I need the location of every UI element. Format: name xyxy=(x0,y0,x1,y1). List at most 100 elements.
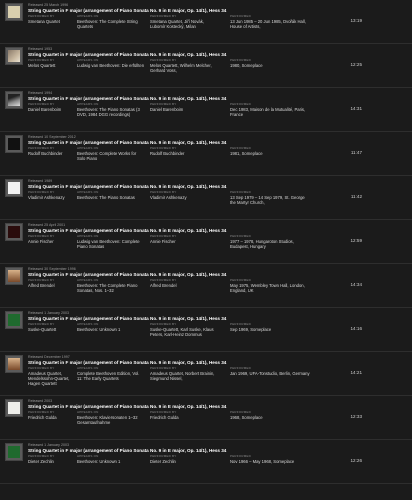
performed-by-label: PERFORMED BY xyxy=(28,14,55,18)
performer-detail-column: PERFORMED BY Suske-Quartett, Karl Suske,… xyxy=(150,322,220,337)
album-name[interactable]: Beethoven: The Piano Sonatas (3 DVD, 198… xyxy=(77,107,145,117)
duration: 14:34 xyxy=(350,282,363,287)
performed-column: PERFORMED 13 Jun 1985 – 20 Jun 1985, Dvo… xyxy=(230,14,310,29)
performer-name[interactable]: Smetana Quartet xyxy=(28,19,73,24)
album-cover[interactable] xyxy=(5,399,23,417)
performer-detail[interactable]: Annie Fischer xyxy=(150,239,220,244)
work-title[interactable]: String Quartet in F major (arrangement o… xyxy=(28,360,226,365)
album-cover[interactable] xyxy=(5,3,23,21)
performer-name[interactable]: Suske-Quartett xyxy=(28,327,73,332)
work-title[interactable]: String Quartet in F major (arrangement o… xyxy=(28,140,226,145)
album-name[interactable]: Beethoven: The Complete String Quartets xyxy=(77,19,145,29)
performer-column: PERFORMED BY Melos Quartett xyxy=(28,58,73,68)
recording-row[interactable]: Released 1 January 2003 String Quartet i… xyxy=(0,440,412,484)
performer-name[interactable]: Amadeus Quartet, Mendelssohn-Quartet, Ha… xyxy=(28,371,73,387)
performed-label: PERFORMED xyxy=(230,366,251,370)
release-date: Released 1 January 2003 xyxy=(28,311,69,315)
recording-row[interactable]: Released 1994 String Quartet in F major … xyxy=(0,88,412,132)
performed-column: PERFORMED Jan 1969, UFA-Tonstudio, Berli… xyxy=(230,366,310,376)
album-cover[interactable] xyxy=(5,47,23,65)
album-cover[interactable] xyxy=(5,135,23,153)
appears-on-label: APPEARS ON xyxy=(77,58,99,62)
album-cover[interactable] xyxy=(5,355,23,373)
work-title[interactable]: String Quartet in F major (arrangement o… xyxy=(28,96,226,101)
performer-name[interactable]: Annie Fischer xyxy=(28,239,73,244)
recording-row[interactable]: Released 2003 String Quartet in F major … xyxy=(0,396,412,440)
album-name[interactable]: Beethoven: Klaviersonaten 1–32 Gesamtauf… xyxy=(77,415,145,425)
album-cover[interactable] xyxy=(5,267,23,285)
recording-row[interactable]: Released 1953 String Quartet in F major … xyxy=(0,44,412,88)
performer-detail[interactable]: Suske-Quartett, Karl Suske, Klaus Peters… xyxy=(150,327,220,337)
performer-name[interactable]: Vladimir Ashkenazy xyxy=(28,195,73,200)
work-title[interactable]: String Quartet in F major (arrangement o… xyxy=(28,272,226,277)
recording-row[interactable]: Released 25 March 1996 String Quartet in… xyxy=(0,0,412,44)
album-name[interactable]: Beethoven: The Piano Sonatas xyxy=(77,195,145,200)
performed-by-label: PERFORMED BY xyxy=(150,234,177,238)
work-title[interactable]: String Quartet in F major (arrangement o… xyxy=(28,228,226,233)
performer-detail[interactable]: Dieter Zechlin xyxy=(150,459,220,464)
performed-by-label: PERFORMED BY xyxy=(28,146,55,150)
appears-on-label: APPEARS ON xyxy=(77,146,99,150)
work-title[interactable]: String Quartet in F major (arrangement o… xyxy=(28,52,226,57)
recording-row[interactable]: Released 30 September 1996 String Quarte… xyxy=(0,264,412,308)
performer-detail-column: PERFORMED BY Alfred Brendel xyxy=(150,278,220,288)
performer-detail[interactable]: Smetana Quartet, Jiří Novák, Lubomír Kos… xyxy=(150,19,220,29)
album-name[interactable]: Ludwig van Beethoven: Complete Piano Son… xyxy=(77,239,145,249)
recording-row[interactable]: Released 1 January 2003 String Quartet i… xyxy=(0,308,412,352)
recording-row[interactable]: Released 1989 String Quartet in F major … xyxy=(0,176,412,220)
performed-by-label: PERFORMED BY xyxy=(28,410,55,414)
album-cover[interactable] xyxy=(5,443,23,461)
performed-info: Nov 1966 – May 1968, Someplace xyxy=(230,459,295,464)
performed-label: PERFORMED xyxy=(230,454,251,458)
album-name[interactable]: Ludwig van Beethoven: Die erfüllten xyxy=(77,63,145,68)
duration: 12:33 xyxy=(350,414,363,419)
performer-detail[interactable]: Amadeus Quartet, Norbert Brainin, Siegmu… xyxy=(150,371,220,381)
performer-name[interactable]: Alfred Brendel xyxy=(28,283,73,288)
performer-name[interactable]: Friedrich Gulda xyxy=(28,415,73,420)
album-name[interactable]: Beethoven: Unknown 1 xyxy=(77,327,145,332)
recording-row[interactable]: Released December 1997 String Quartet in… xyxy=(0,352,412,396)
performer-detail[interactable]: Daniel Barenboim xyxy=(150,107,220,112)
album-name[interactable]: Complete Beethoven Edition, Vol. 11: The… xyxy=(77,371,145,381)
album-cover[interactable] xyxy=(5,179,23,197)
performed-info: 13 Sep 1979 – 14 Sep 1979, St. George th… xyxy=(230,195,305,206)
performer-column: PERFORMED BY Daniel Barenboim xyxy=(28,102,73,112)
performer-detail[interactable]: Melos Quartett, Wilhelm Melcher, Gerhard… xyxy=(150,63,220,73)
album-name[interactable]: Beethoven: The Complete Piano Sonatas, N… xyxy=(77,283,145,293)
work-title[interactable]: String Quartet in F major (arrangement o… xyxy=(28,8,226,13)
album-cover[interactable] xyxy=(5,223,23,241)
performed-by-label: PERFORMED BY xyxy=(150,146,177,150)
release-date: Released 25 April 2001 xyxy=(28,223,66,227)
album-name[interactable]: Beethoven: Complete Works for Solo Piano xyxy=(77,151,145,161)
release-date: Released 1989 xyxy=(28,179,53,183)
recording-row[interactable]: Released 10 September 2012 String Quarte… xyxy=(0,132,412,176)
performer-name[interactable]: Melos Quartett xyxy=(28,63,73,68)
duration: 12:59 xyxy=(350,238,363,243)
performed-column: PERFORMED May 1975, Wembley Town Hall, L… xyxy=(230,278,310,293)
performed-info: Dec 1983, Maison de la Mutualité, Paris,… xyxy=(230,107,306,118)
performer-column: PERFORMED BY Smetana Quartet xyxy=(28,14,73,24)
performer-name[interactable]: Dieter Zechlin xyxy=(28,459,73,464)
album-name[interactable]: Beethoven: Unknown 1 xyxy=(77,459,145,464)
album-cover[interactable] xyxy=(5,91,23,109)
performer-detail[interactable]: Vladimir Ashkenazy xyxy=(150,195,220,200)
performer-detail[interactable]: Alfred Brendel xyxy=(150,283,220,288)
release-date: Released 1994 xyxy=(28,91,53,95)
album-art xyxy=(8,314,20,326)
performer-detail[interactable]: Friedrich Gulda xyxy=(150,415,220,420)
performer-column: PERFORMED BY Amadeus Quartet, Mendelssoh… xyxy=(28,366,73,387)
performer-name[interactable]: Daniel Barenboim xyxy=(28,107,73,112)
performed-info: 13 Jun 1985 – 20 Jun 1985, Dvořák Hall, … xyxy=(230,19,306,30)
album-cover[interactable] xyxy=(5,311,23,329)
performer-name[interactable]: Rudolf Buchbinder xyxy=(28,151,73,156)
performed-label: PERFORMED xyxy=(230,190,251,194)
performer-detail[interactable]: Rudolf Buchbinder xyxy=(150,151,220,156)
album-art xyxy=(8,358,20,370)
work-title[interactable]: String Quartet in F major (arrangement o… xyxy=(28,184,226,189)
work-title[interactable]: String Quartet in F major (arrangement o… xyxy=(28,316,226,321)
performed-column: PERFORMED Dec 1983, Maison de la Mutuali… xyxy=(230,102,310,117)
work-title[interactable]: String Quartet in F major (arrangement o… xyxy=(28,404,226,409)
duration: 14:31 xyxy=(350,106,363,111)
recording-row[interactable]: Released 25 April 2001 String Quartet in… xyxy=(0,220,412,264)
work-title[interactable]: String Quartet in F major (arrangement o… xyxy=(28,448,226,453)
